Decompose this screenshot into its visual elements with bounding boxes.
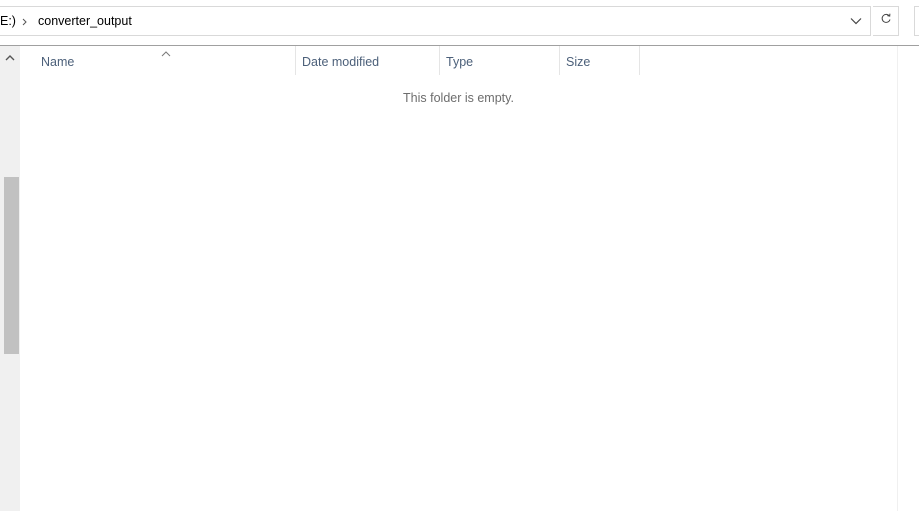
empty-folder-message: This folder is empty.: [403, 91, 514, 105]
refresh-icon: [880, 12, 892, 30]
column-header-name[interactable]: Name: [20, 46, 296, 75]
file-list[interactable]: Name Date modified Type Size This folder…: [20, 46, 897, 511]
address-bar[interactable]: E:) converter_output: [0, 6, 871, 36]
refresh-button[interactable]: [873, 6, 899, 36]
column-header-type[interactable]: Type: [440, 46, 560, 75]
scroll-up-arrow-icon[interactable]: [3, 51, 17, 63]
column-header-label: Size: [566, 55, 591, 69]
file-list-right-margin: [897, 46, 919, 511]
sort-ascending-icon: [161, 46, 171, 57]
search-box[interactable]: [914, 6, 919, 36]
address-history-dropdown[interactable]: [842, 7, 870, 35]
file-explorer-window: E:) converter_output Name Date modified …: [0, 0, 919, 511]
column-header-label: Type: [446, 55, 474, 69]
chevron-down-icon: [850, 12, 862, 30]
column-header-size[interactable]: Size: [560, 46, 640, 75]
column-header-date-modified[interactable]: Date modified: [296, 46, 440, 75]
breadcrumb-current-folder[interactable]: converter_output: [38, 14, 132, 28]
breadcrumb-drive[interactable]: E:): [0, 14, 16, 28]
navigation-pane-scrollbar[interactable]: [0, 46, 20, 511]
column-header-label: Name: [41, 55, 75, 69]
navigation-pane-scroll-thumb[interactable]: [4, 177, 19, 354]
column-header-label: Date modified: [302, 55, 380, 69]
chevron-right-icon[interactable]: [21, 15, 29, 27]
